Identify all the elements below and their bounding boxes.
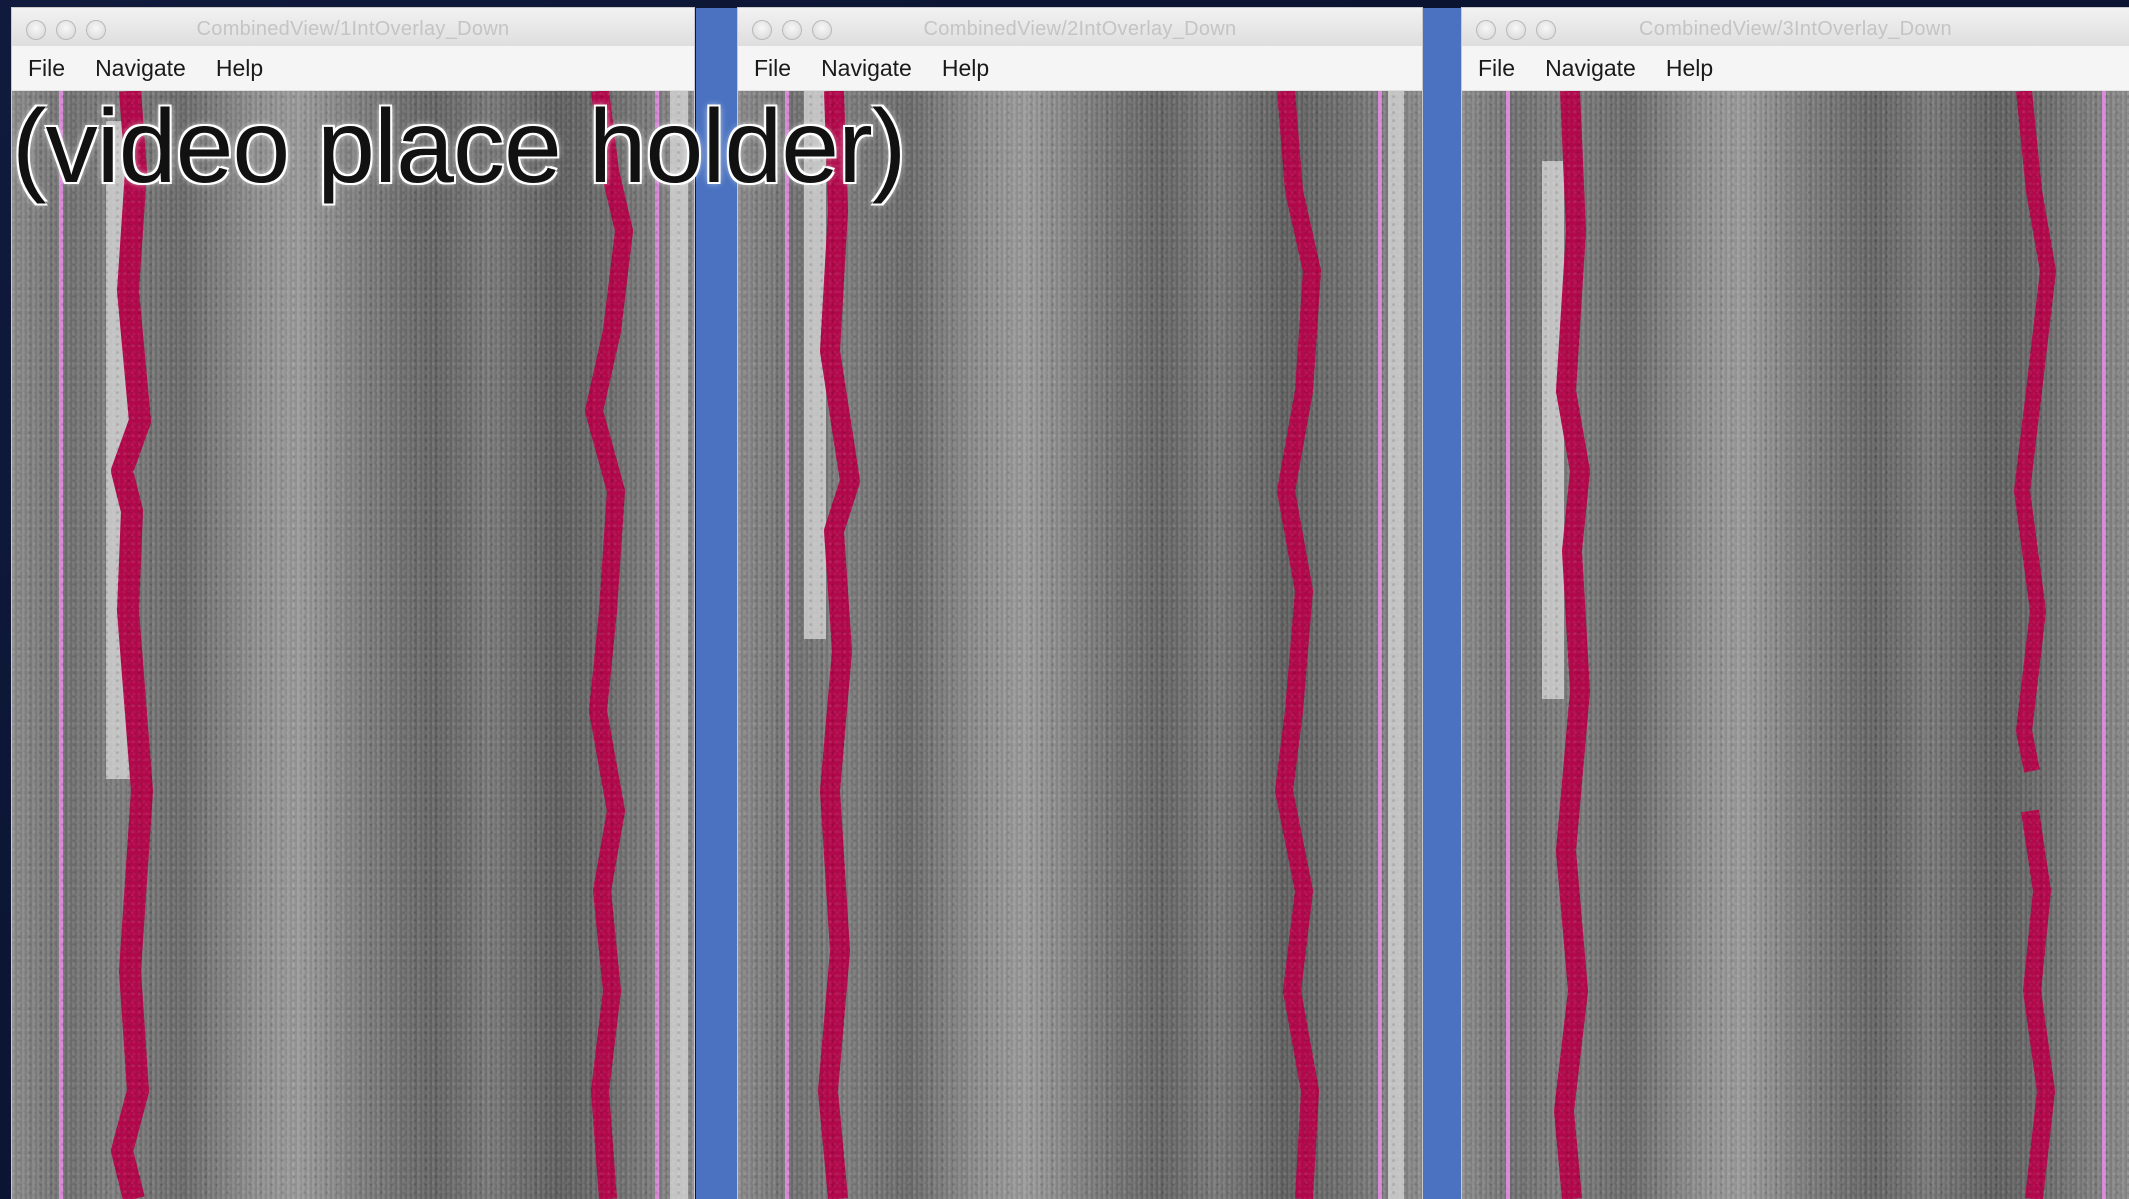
road-image-view[interactable] — [1462, 91, 2129, 1199]
menu-navigate[interactable]: Navigate — [821, 55, 912, 82]
left-edge-trace — [1554, 91, 1590, 1199]
window-titlebar[interactable]: CombinedView/1IntOverlay_Down — [12, 8, 694, 47]
road-image-view[interactable] — [738, 91, 1422, 1199]
right-edge-trace — [1275, 91, 1321, 1199]
window-title: CombinedView/3IntOverlay_Down — [1639, 18, 1952, 40]
menu-file[interactable]: File — [1478, 55, 1515, 82]
menu-navigate[interactable]: Navigate — [95, 55, 186, 82]
video-placeholder-label: (video place holder) — [12, 89, 906, 205]
window-title: CombinedView/1IntOverlay_Down — [196, 18, 510, 40]
right-edge-trace — [585, 91, 633, 1199]
right-edge-trace-upper — [2014, 91, 2056, 773]
menu-help[interactable]: Help — [216, 55, 263, 82]
overlay-window-3[interactable]: CombinedView/3IntOverlay_Down File Navig… — [1462, 8, 2129, 1199]
left-edge-trace — [111, 91, 153, 1199]
menu-bar: File Navigate Help — [1462, 46, 2129, 91]
edge-detection-overlay — [111, 91, 633, 1199]
menu-navigate[interactable]: Navigate — [1545, 55, 1636, 82]
edge-detection-overlay — [1554, 91, 2056, 1199]
road-image-view[interactable] — [12, 91, 694, 1199]
window-titlebar[interactable]: CombinedView/2IntOverlay_Down — [738, 8, 1422, 47]
edge-detection-overlay — [818, 91, 1321, 1199]
menu-help[interactable]: Help — [1666, 55, 1713, 82]
left-edge-trace — [818, 91, 860, 1199]
window-titlebar[interactable]: CombinedView/3IntOverlay_Down — [1462, 8, 2129, 47]
menu-bar: File Navigate Help — [738, 46, 1422, 91]
menu-help[interactable]: Help — [942, 55, 989, 82]
window-title: CombinedView/2IntOverlay_Down — [923, 18, 1237, 40]
menu-file[interactable]: File — [754, 55, 791, 82]
menu-bar: File Navigate Help — [12, 46, 694, 91]
right-edge-trace-lower — [2021, 809, 2055, 1199]
menu-file[interactable]: File — [28, 55, 65, 82]
window-gap — [1422, 8, 1462, 1199]
